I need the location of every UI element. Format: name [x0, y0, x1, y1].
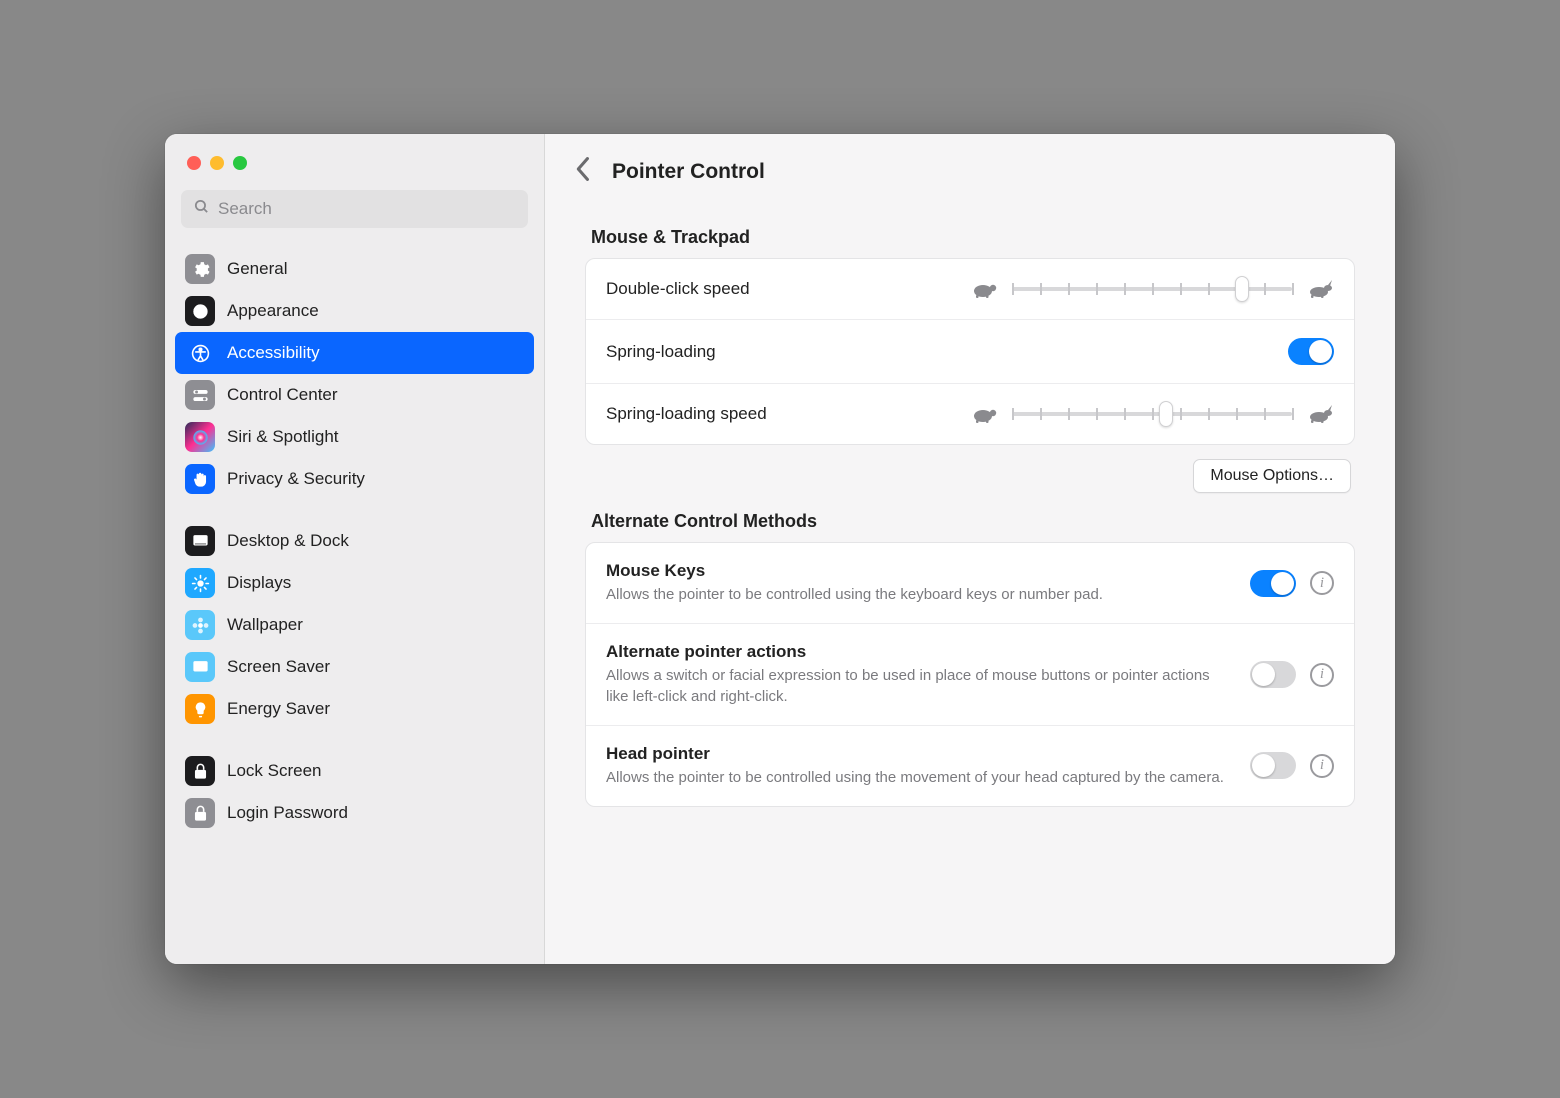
search-input[interactable]	[218, 199, 516, 219]
gear-icon	[185, 254, 215, 284]
sidebar-item-energy-saver[interactable]: Energy Saver	[175, 688, 534, 730]
head-pointer-label: Head pointer	[606, 744, 1230, 764]
sidebar-item-control-center[interactable]: Control Center	[175, 374, 534, 416]
spring-loading-label: Spring-loading	[606, 342, 716, 362]
siri-icon	[185, 422, 215, 452]
search-icon	[193, 198, 210, 220]
close-window-button[interactable]	[187, 156, 201, 170]
main-panel: Pointer Control Mouse & Trackpad Double-…	[545, 134, 1395, 964]
dock-icon	[185, 526, 215, 556]
row-head-pointer: Head pointer Allows the pointer to be co…	[586, 725, 1354, 806]
head-pointer-info-button[interactable]: i	[1310, 754, 1334, 778]
sidebar-item-privacy-security[interactable]: Privacy & Security	[175, 458, 534, 500]
sidebar-item-label: Energy Saver	[227, 699, 330, 719]
row-mouse-keys: Mouse Keys Allows the pointer to be cont…	[586, 543, 1354, 623]
sidebar-item-desktop-dock[interactable]: Desktop & Dock	[175, 520, 534, 562]
sidebar-item-accessibility[interactable]: Accessibility	[175, 332, 534, 374]
section-title-alternate-methods: Alternate Control Methods	[591, 511, 1349, 532]
search-box[interactable]	[181, 190, 528, 228]
tortoise-icon	[970, 279, 998, 299]
sidebar-item-label: Siri & Spotlight	[227, 427, 339, 447]
panel-alternate-methods: Mouse Keys Allows the pointer to be cont…	[585, 542, 1355, 807]
minimize-window-button[interactable]	[210, 156, 224, 170]
sidebar-item-general[interactable]: General	[175, 248, 534, 290]
alt-pointer-info-button[interactable]: i	[1310, 663, 1334, 687]
zoom-window-button[interactable]	[233, 156, 247, 170]
sidebar-item-label: Wallpaper	[227, 615, 303, 635]
double-click-speed-slider-wrap	[970, 277, 1334, 301]
sidebar-item-lock-screen[interactable]: Lock Screen	[175, 750, 534, 792]
row-spring-loading: Spring-loading	[586, 319, 1354, 383]
sidebar-item-siri-spotlight[interactable]: Siri & Spotlight	[175, 416, 534, 458]
sidebar-item-label: General	[227, 259, 287, 279]
hare-icon	[1306, 404, 1334, 424]
sidebar-item-label: Accessibility	[227, 343, 320, 363]
alt-pointer-label: Alternate pointer actions	[606, 642, 1230, 662]
panel-mouse-trackpad: Double-click speed Spring-loading	[585, 258, 1355, 445]
sidebar-item-displays[interactable]: Displays	[175, 562, 534, 604]
mouse-options-button[interactable]: Mouse Options…	[1193, 459, 1351, 493]
sidebar-item-label: Lock Screen	[227, 761, 322, 781]
titlebar: Pointer Control	[545, 134, 1395, 203]
alt-pointer-desc: Allows a switch or facial expression to …	[606, 666, 1230, 707]
double-click-speed-slider[interactable]	[1012, 277, 1292, 301]
hare-icon	[1306, 279, 1334, 299]
lock-icon	[185, 756, 215, 786]
mouse-keys-info-button[interactable]: i	[1310, 571, 1334, 595]
sidebar-item-label: Displays	[227, 573, 291, 593]
tortoise-icon	[970, 404, 998, 424]
sidebar-item-label: Desktop & Dock	[227, 531, 349, 551]
sidebar-item-label: Login Password	[227, 803, 348, 823]
sun-icon	[185, 568, 215, 598]
back-button[interactable]	[571, 152, 596, 191]
switches-icon	[185, 380, 215, 410]
sidebar-item-label: Screen Saver	[227, 657, 330, 677]
slider-knob[interactable]	[1159, 401, 1173, 427]
flower-icon	[185, 610, 215, 640]
bulb-icon	[185, 694, 215, 724]
double-click-speed-label: Double-click speed	[606, 279, 750, 299]
head-pointer-desc: Allows the pointer to be controlled usin…	[606, 768, 1230, 788]
alt-pointer-toggle[interactable]	[1250, 661, 1296, 688]
spring-loading-toggle[interactable]	[1288, 338, 1334, 365]
row-spring-loading-speed: Spring-loading speed	[586, 383, 1354, 444]
sidebar-item-login-password[interactable]: Login Password	[175, 792, 534, 834]
spring-loading-speed-label: Spring-loading speed	[606, 404, 767, 424]
appearance-icon	[185, 296, 215, 326]
section-title-mouse-trackpad: Mouse & Trackpad	[591, 227, 1349, 248]
mouse-options-row: Mouse Options…	[585, 445, 1355, 497]
sidebar-item-screen-saver[interactable]: Screen Saver	[175, 646, 534, 688]
slider-knob[interactable]	[1235, 276, 1249, 302]
sidebar-item-appearance[interactable]: Appearance	[175, 290, 534, 332]
sidebar: General Appearance Accessibility Control Ce…	[165, 134, 545, 964]
spring-loading-speed-slider-wrap	[970, 402, 1334, 426]
page-title: Pointer Control	[612, 160, 765, 184]
settings-window: General Appearance Accessibility Control Ce…	[165, 134, 1395, 964]
screensaver-icon	[185, 652, 215, 682]
mouse-keys-label: Mouse Keys	[606, 561, 1230, 581]
search-wrap	[165, 184, 544, 242]
row-alternate-pointer-actions: Alternate pointer actions Allows a switc…	[586, 623, 1354, 725]
row-double-click-speed: Double-click speed	[586, 259, 1354, 319]
accessibility-icon	[185, 338, 215, 368]
head-pointer-toggle[interactable]	[1250, 752, 1296, 779]
key-icon	[185, 798, 215, 828]
content-scroll[interactable]: Mouse & Trackpad Double-click speed	[545, 203, 1395, 964]
mouse-keys-toggle[interactable]	[1250, 570, 1296, 597]
window-controls	[165, 134, 544, 184]
spring-loading-speed-slider[interactable]	[1012, 402, 1292, 426]
mouse-keys-desc: Allows the pointer to be controlled usin…	[606, 585, 1230, 605]
sidebar-item-label: Privacy & Security	[227, 469, 365, 489]
sidebar-item-label: Appearance	[227, 301, 319, 321]
hand-icon	[185, 464, 215, 494]
sidebar-item-wallpaper[interactable]: Wallpaper	[175, 604, 534, 646]
sidebar-item-label: Control Center	[227, 385, 338, 405]
